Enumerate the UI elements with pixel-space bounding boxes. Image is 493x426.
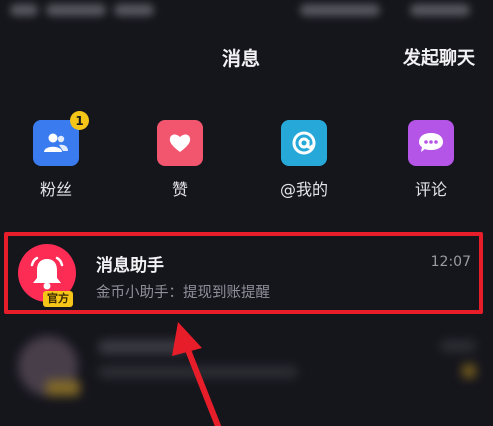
category-likes[interactable]: 赞 [135, 120, 225, 200]
fans-icon: 1 [33, 111, 89, 166]
category-fans[interactable]: 1 粉丝 [11, 111, 101, 200]
bell-icon [30, 256, 64, 290]
official-badge: 官方 [43, 291, 73, 307]
category-label: 赞 [171, 180, 188, 199]
message-assistant-row[interactable]: 官方 消息助手 金币小助手：提现到账提醒 12:07 [8, 236, 479, 310]
notification-badge: 1 [70, 111, 89, 130]
status-bar [0, 0, 493, 22]
category-label: @我的 [279, 180, 328, 199]
category-mentions[interactable]: @我的 [259, 120, 349, 200]
category-comments[interactable]: 评论 [386, 120, 476, 200]
message-preview: 金币小助手：提现到账提醒 [96, 285, 270, 301]
start-chat-button[interactable]: 发起聊天 [403, 44, 475, 70]
category-bar: 1 粉丝 赞 @我的 评论 [0, 111, 493, 210]
category-label: 评论 [414, 180, 447, 199]
comment-icon [408, 120, 454, 166]
page-title: 消息 [222, 48, 261, 70]
at-icon [281, 120, 327, 166]
category-label: 粉丝 [39, 180, 72, 199]
heart-icon [157, 120, 203, 166]
message-sender-name: 消息助手 [96, 256, 164, 276]
message-time: 12:07 [430, 254, 471, 270]
blurred-message-row[interactable] [0, 322, 493, 426]
